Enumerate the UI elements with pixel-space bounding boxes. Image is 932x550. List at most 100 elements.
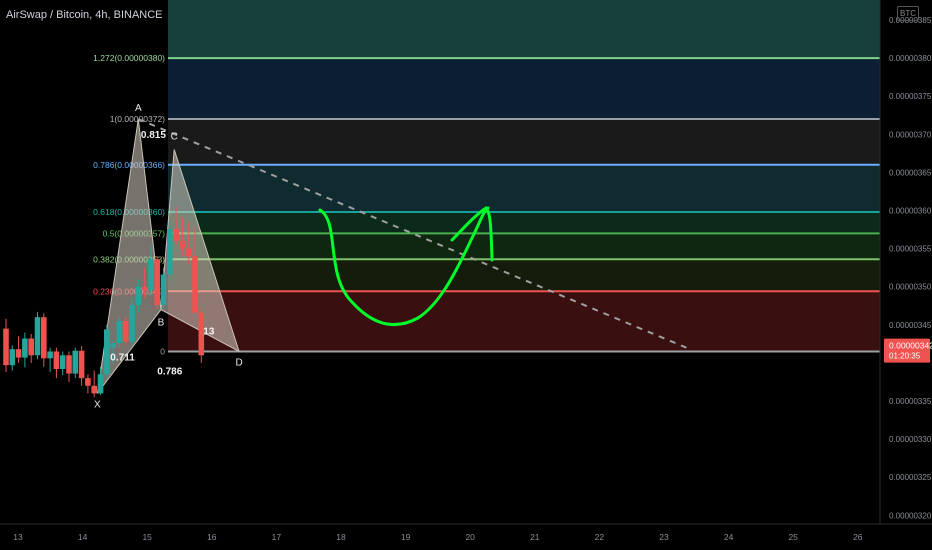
candle-body bbox=[28, 338, 34, 356]
candle bbox=[9, 345, 16, 371]
fib-zone bbox=[168, 233, 880, 260]
pattern-point-label: B bbox=[158, 318, 165, 329]
candle-body bbox=[122, 320, 129, 342]
time-tick-label: 22 bbox=[595, 532, 605, 542]
candle-body bbox=[59, 355, 66, 369]
candle-body bbox=[179, 240, 186, 249]
fib-level-label: 0 bbox=[160, 346, 165, 356]
fib-zone bbox=[168, 58, 880, 120]
time-tick-label: 13 bbox=[13, 532, 23, 542]
fib-zone bbox=[168, 212, 880, 234]
candle bbox=[167, 221, 173, 281]
time-tick-label: 23 bbox=[659, 532, 669, 542]
candle-body bbox=[78, 350, 85, 379]
candle-body bbox=[22, 338, 28, 358]
candle bbox=[104, 324, 110, 379]
time-tick-label: 14 bbox=[78, 532, 88, 542]
fib-level-label: 0.786(0.00000366) bbox=[93, 160, 165, 170]
candle-body bbox=[97, 374, 104, 394]
price-tick-label: 0.00000365 bbox=[889, 168, 932, 177]
candle-body bbox=[160, 274, 167, 305]
chart-title: AirSwap / Bitcoin, 4h, BINANCE bbox=[6, 9, 163, 21]
price-tick-label: 0.00000360 bbox=[889, 207, 932, 216]
candle-body bbox=[110, 343, 116, 348]
time-tick-label: 16 bbox=[207, 532, 217, 542]
candle-body bbox=[66, 355, 72, 374]
candle bbox=[91, 370, 97, 398]
candle-body bbox=[34, 317, 41, 356]
fib-zone bbox=[168, 164, 880, 213]
currency-badge[interactable]: BTC bbox=[897, 6, 919, 21]
pattern-ratio-label: 0.815 bbox=[141, 130, 166, 141]
pattern-point-label: C bbox=[171, 132, 178, 143]
candle-body bbox=[185, 248, 192, 257]
time-tick-label: 17 bbox=[272, 532, 282, 542]
candle bbox=[154, 256, 160, 310]
candle bbox=[3, 318, 9, 373]
candle bbox=[122, 317, 129, 346]
candle bbox=[15, 336, 22, 363]
candle-body bbox=[116, 320, 123, 344]
candle-body bbox=[91, 385, 97, 394]
price-chart[interactable]: 1.272(0.00000380)1(0.00000372)0.786(0.00… bbox=[0, 0, 932, 550]
candle-body bbox=[9, 349, 16, 366]
time-tick-label: 19 bbox=[401, 532, 411, 542]
candle-body bbox=[173, 228, 179, 241]
price-tick-label: 0.00000320 bbox=[889, 511, 932, 520]
current-price-label: 0.00000342 bbox=[889, 341, 932, 351]
candle bbox=[78, 346, 85, 386]
candle-body bbox=[15, 349, 22, 358]
fib-zone bbox=[168, 259, 880, 292]
bar-countdown-label: 01:20:35 bbox=[889, 352, 921, 361]
candle-body bbox=[154, 259, 160, 305]
pattern-ratio-label: 0.786 bbox=[157, 366, 182, 377]
time-tick-label: 18 bbox=[336, 532, 346, 542]
candle-body bbox=[192, 256, 198, 313]
candle bbox=[53, 347, 60, 379]
fib-zone bbox=[168, 119, 880, 165]
candle-body bbox=[47, 351, 53, 359]
candle-body bbox=[129, 304, 135, 342]
candle-body bbox=[3, 328, 9, 366]
candle bbox=[85, 374, 91, 394]
candle-body bbox=[72, 350, 79, 374]
candle-body bbox=[41, 317, 47, 359]
candle-body bbox=[53, 351, 60, 369]
candle bbox=[129, 298, 135, 346]
candle bbox=[59, 351, 66, 376]
candle bbox=[28, 333, 34, 363]
fib-zone bbox=[168, 291, 880, 352]
candle bbox=[34, 311, 41, 360]
price-tick-label: 0.00000355 bbox=[889, 245, 932, 254]
time-tick-label: 21 bbox=[530, 532, 540, 542]
candle bbox=[47, 347, 53, 373]
candle-body bbox=[141, 286, 148, 290]
price-tick-label: 0.00000370 bbox=[889, 130, 932, 139]
time-tick-label: 25 bbox=[788, 532, 798, 542]
time-tick-label: 20 bbox=[465, 532, 475, 542]
candle-body bbox=[148, 259, 154, 290]
candle bbox=[66, 351, 72, 382]
candle-body bbox=[85, 378, 91, 386]
fib-zone bbox=[168, 0, 880, 59]
price-tick-label: 0.00000380 bbox=[889, 54, 932, 63]
price-tick-label: 0.00000335 bbox=[889, 397, 932, 406]
candle bbox=[72, 347, 79, 379]
pattern-ratio-label: 13 bbox=[203, 327, 215, 338]
price-tick-label: 0.00000345 bbox=[889, 321, 932, 330]
candle-body bbox=[104, 329, 110, 375]
candle bbox=[41, 313, 47, 367]
price-tick-label: 0.00000330 bbox=[889, 435, 932, 444]
pattern-point-label: X bbox=[94, 399, 101, 410]
pattern-ratio-label: 0.711 bbox=[110, 353, 135, 364]
time-axis[interactable]: 13 14 15 16 17 18 19 20 21 22 23 24 25 26 bbox=[0, 523, 932, 542]
time-tick-label: 15 bbox=[142, 532, 152, 542]
price-axis[interactable]: 0.000003850.000003800.000003750.00000370… bbox=[879, 0, 932, 524]
pattern-point-label: D bbox=[235, 357, 242, 368]
pattern-point-label: A bbox=[135, 103, 142, 114]
candle-body bbox=[135, 286, 142, 305]
price-tick-label: 0.00000375 bbox=[889, 92, 932, 101]
candle-body bbox=[167, 228, 173, 275]
price-tick-label: 0.00000350 bbox=[889, 283, 932, 292]
time-tick-label: 24 bbox=[724, 532, 734, 542]
